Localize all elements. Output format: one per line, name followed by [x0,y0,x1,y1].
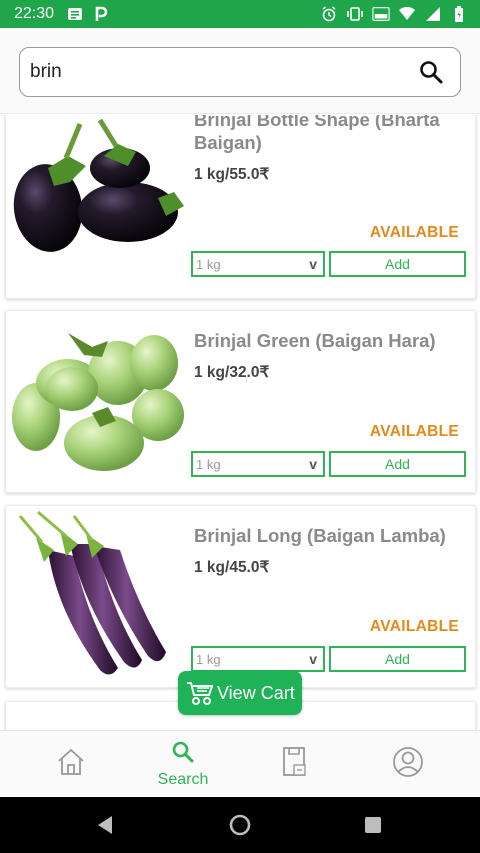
nav-orders[interactable] [255,731,335,798]
chevron-down-icon: v [309,256,317,272]
product-card[interactable]: Brinjal Bottle Shape (Bharta Baigan) 1 k… [5,115,476,299]
search-icon [171,740,195,769]
quantity-value: 1 kg [196,256,221,272]
status-time: 22:30 [14,5,55,22]
search-input[interactable] [30,61,418,83]
add-button[interactable]: Add [329,451,466,477]
product-price: 1 kg/45.0₹ [194,559,270,576]
status-bar: 22:30 [0,0,480,28]
product-price: 1 kg/55.0₹ [194,166,270,183]
quantity-value: 1 kg [196,456,221,472]
search-icon[interactable] [418,59,444,85]
product-price: 1 kg/32.0₹ [194,364,270,381]
chevron-down-icon: v [309,651,317,667]
availability-badge: AVAILABLE [369,224,459,241]
home-button-icon[interactable] [229,814,251,841]
paytm-icon [92,6,110,22]
availability-badge: AVAILABLE [369,618,459,635]
vibrate-icon [346,6,364,22]
cart-icon [185,679,215,707]
system-navigation-bar [0,797,480,853]
bottom-navigation: Search [0,730,480,797]
product-name: Brinjal Bottle Shape (Bharta Baigan) [194,115,440,153]
product-name: Brinjal Long (Baigan Lamba) [194,525,446,546]
battery-icon [450,6,468,22]
volte-icon [372,6,390,22]
nav-home[interactable] [31,731,111,798]
product-image-bottle-brinjal [8,116,186,266]
product-name: Brinjal Green (Baigan Hara) [194,330,436,351]
product-card[interactable]: Brinjal Long (Baigan Lamba) 1 kg/45.0₹ A… [5,505,476,688]
nav-search[interactable]: Search [143,731,223,798]
nav-profile[interactable] [368,731,448,798]
product-list[interactable]: Brinjal Bottle Shape (Bharta Baigan) 1 k… [0,115,480,730]
add-button[interactable]: Add [329,646,466,672]
availability-badge: AVAILABLE [369,423,459,440]
nav-search-label: Search [157,771,209,788]
search-header [0,28,480,114]
view-cart-button[interactable]: View Cart [178,671,302,715]
orders-icon [281,746,309,783]
notes-icon [66,6,84,22]
product-image-green-brinjal [8,325,186,475]
view-cart-label: View Cart [217,682,295,703]
product-image-long-brinjal [8,510,186,675]
back-icon[interactable] [96,815,114,840]
quantity-select[interactable]: 1 kg v [191,646,325,672]
quantity-select[interactable]: 1 kg v [191,251,325,277]
alarm-icon [320,6,338,22]
quantity-value: 1 kg [196,651,221,667]
product-card[interactable]: Brinjal Green (Baigan Hara) 1 kg/32.0₹ A… [5,310,476,493]
wifi-icon [398,6,416,22]
home-icon [56,747,86,782]
signal-icon [424,6,442,22]
recents-icon[interactable] [364,816,382,839]
chevron-down-icon: v [309,456,317,472]
profile-icon [392,746,424,783]
search-box[interactable] [19,47,461,97]
add-button[interactable]: Add [329,251,466,277]
quantity-select[interactable]: 1 kg v [191,451,325,477]
